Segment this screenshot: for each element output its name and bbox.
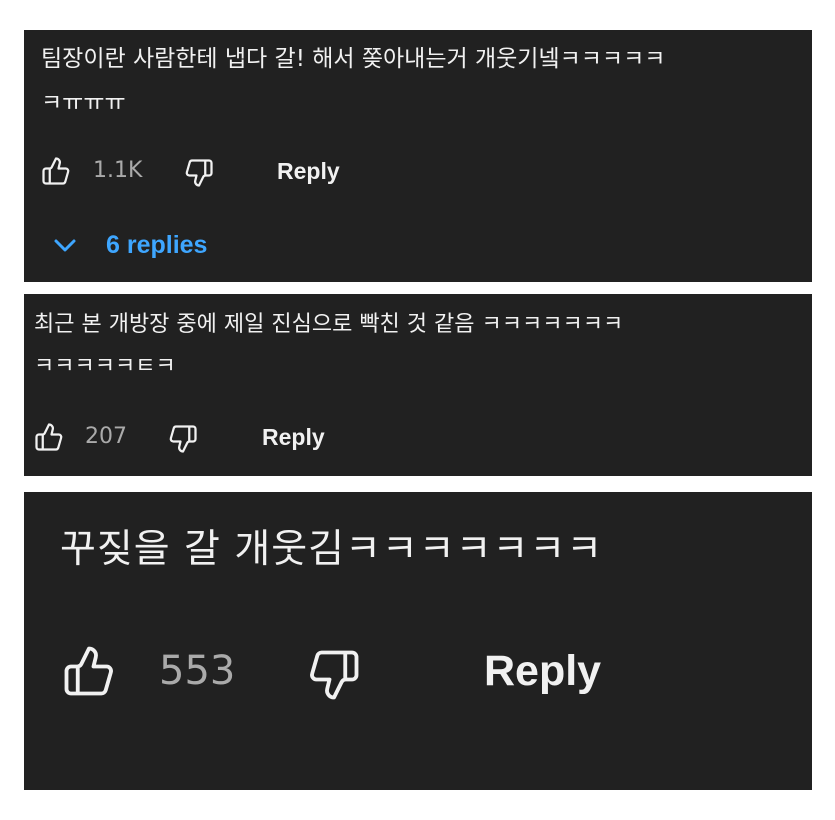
reply-button[interactable]: Reply xyxy=(262,422,325,452)
like-count: 207 xyxy=(85,424,127,449)
like-count: 1.1K xyxy=(93,158,143,183)
thumbs-up-icon[interactable] xyxy=(34,422,64,452)
reply-button[interactable]: Reply xyxy=(484,646,601,696)
comment-text-line: ㅋㅋㅋㅋㅋㅌㅋ xyxy=(34,354,176,379)
comment-text-line: 꾸짖을 갈 개웃김ㅋㅋㅋㅋㅋㅋㅋ xyxy=(60,527,604,572)
reply-button[interactable]: Reply xyxy=(277,156,340,186)
comment-text-line: 팀장이란 사람한테 냅다 갈! 해서 쫒아내는거 개웃기넼ㅋㅋㅋㅋㅋ xyxy=(41,46,666,72)
thumbs-down-icon[interactable] xyxy=(168,424,198,454)
like-count: 553 xyxy=(159,648,236,694)
replies-count-label[interactable]: 6 replies xyxy=(106,228,207,262)
comment-text-line: ㅋㅠㅠㅠ xyxy=(41,90,126,116)
thumbs-up-icon[interactable] xyxy=(62,644,116,698)
thumbs-down-icon[interactable] xyxy=(184,158,214,188)
thumbs-up-icon[interactable] xyxy=(41,156,71,186)
comment-card-2: 최근 본 개방장 중에 제일 진심으로 빡친 것 같음 ㅋㅋㅋㅋㅋㅋㅋ ㅋㅋㅋㅋ… xyxy=(24,294,812,476)
comment-card-3: 꾸짖을 갈 개웃김ㅋㅋㅋㅋㅋㅋㅋ 553 Reply xyxy=(24,492,812,790)
comment-text-line: 최근 본 개방장 중에 제일 진심으로 빡친 것 같음 ㅋㅋㅋㅋㅋㅋㅋ xyxy=(34,312,624,337)
thumbs-down-icon[interactable] xyxy=(307,648,361,702)
comment-card-1: 팀장이란 사람한테 냅다 갈! 해서 쫒아내는거 개웃기넼ㅋㅋㅋㅋㅋ ㅋㅠㅠㅠ … xyxy=(24,30,812,282)
chevron-down-icon xyxy=(54,239,76,252)
